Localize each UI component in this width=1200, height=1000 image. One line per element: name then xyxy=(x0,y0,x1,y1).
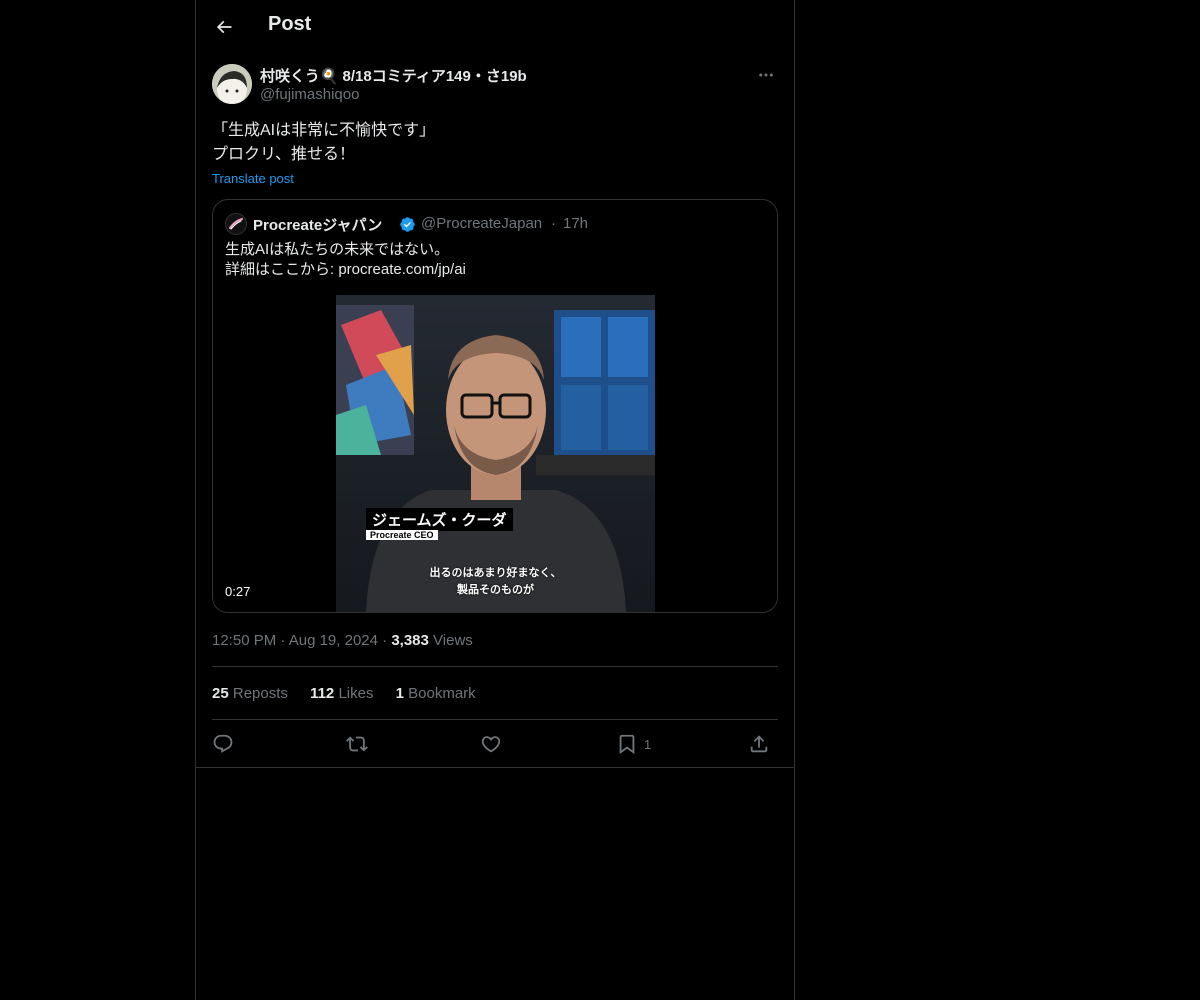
post-stats: 25 Reposts 112 Likes 1 Bookmark xyxy=(212,685,778,702)
reposts-label: Reposts xyxy=(232,685,288,702)
share-button[interactable] xyxy=(748,732,770,756)
divider xyxy=(212,666,778,667)
video-duration: 0:27 xyxy=(225,584,251,599)
back-button[interactable] xyxy=(208,11,240,43)
like-icon xyxy=(481,736,501,753)
bookmark-count: 1 xyxy=(644,736,652,752)
quoted-author-name: Procreateジャパン xyxy=(253,217,383,234)
page-title: Post xyxy=(268,13,312,35)
author-handle[interactable]: @fujimashiqoo xyxy=(260,86,359,103)
post-date[interactable]: Aug 19, 2024 xyxy=(289,632,378,649)
post-text-line: 「生成AIは非常に不愉快です」 xyxy=(212,122,436,139)
views-count: 3,383 xyxy=(391,632,429,649)
divider xyxy=(212,719,778,720)
quoted-author-handle: @ProcreateJapan xyxy=(421,215,543,232)
divider xyxy=(196,767,794,768)
avatar[interactable] xyxy=(212,64,252,104)
quoted-avatar xyxy=(225,213,247,235)
quoted-post-time: 17h xyxy=(563,215,589,232)
views-label: Views xyxy=(433,632,473,649)
quoted-post-header: Procreateジャパン @ProcreateJapan · 17h xyxy=(225,212,765,236)
repost-icon xyxy=(346,736,368,752)
bookmarks-label: Bookmark xyxy=(408,685,476,702)
separator-dot: · xyxy=(280,632,286,649)
reply-button[interactable] xyxy=(212,732,234,756)
author-name[interactable]: 村咲くう🍳 8/18コミティア149・さ19b xyxy=(260,65,527,86)
reposts-stat[interactable]: 25 Reposts xyxy=(212,685,292,702)
post-time[interactable]: 12:50 PM xyxy=(212,632,276,649)
quoted-post[interactable]: Procreateジャパン @ProcreateJapan · 17h 生成AI… xyxy=(212,199,778,613)
translate-post-link[interactable]: Translate post xyxy=(212,171,294,186)
likes-label: Likes xyxy=(338,685,374,702)
post-text-line: プロクリ、推せる！ xyxy=(212,146,356,163)
bookmarks-stat[interactable]: 1 Bookmark xyxy=(396,685,476,702)
post-meta: 12:50 PM · Aug 19, 2024 · 3,383 Views xyxy=(212,632,778,649)
separator-dot: · xyxy=(551,215,556,232)
share-icon xyxy=(750,735,768,753)
video-caption-line: 製品そのものが xyxy=(457,584,534,596)
reply-icon xyxy=(213,734,233,753)
back-arrow-icon xyxy=(216,20,232,34)
more-icon xyxy=(759,73,773,77)
page-header: Post xyxy=(196,0,794,54)
quoted-text-line: 詳細はここから: procreate.com/jp/ai xyxy=(225,261,466,278)
quoted-text-line: 生成AIは私たちの未来ではない。 xyxy=(225,241,450,258)
repost-button[interactable] xyxy=(346,732,368,756)
video-thumbnail: ジェームズ・クーダ Procreate CEO 出るのはあまり好まなく、 製品そ… xyxy=(336,295,655,612)
video-name-subtitle: Procreate CEO xyxy=(366,530,438,540)
like-button[interactable] xyxy=(480,732,502,756)
video-caption-line: 出るのはあまり好まなく、 xyxy=(429,567,562,579)
bookmark-button[interactable]: 1 xyxy=(616,732,651,756)
action-bar: 1 xyxy=(212,732,778,756)
main-column: Post 村咲くう🍳 8/18コミティア149・さ19b @fujimashiq… xyxy=(195,0,795,1000)
quoted-post-text: 生成AIは私たちの未来ではない。 詳細はここから: procreate.com/… xyxy=(225,240,765,280)
video-name-plate: ジェームズ・クーダ xyxy=(366,508,513,531)
reposts-count: 25 xyxy=(212,685,229,702)
post-author: 村咲くう🍳 8/18コミティア149・さ19b @fujimashiqoo xyxy=(212,64,778,108)
verified-icon xyxy=(400,217,415,232)
post-text: 「生成AIは非常に不愉快です」 プロクリ、推せる！ xyxy=(212,119,778,167)
likes-stat[interactable]: 112 Likes xyxy=(310,685,378,702)
likes-count: 112 xyxy=(310,685,335,702)
bookmarks-count: 1 xyxy=(395,685,404,702)
more-button[interactable] xyxy=(754,64,778,86)
video-caption: 出るのはあまり好まなく、 製品そのものが xyxy=(336,565,655,599)
separator-dot: · xyxy=(382,632,388,649)
bookmark-icon xyxy=(619,734,635,755)
video-player[interactable]: ジェームズ・クーダ Procreate CEO 出るのはあまり好まなく、 製品そ… xyxy=(213,295,777,612)
